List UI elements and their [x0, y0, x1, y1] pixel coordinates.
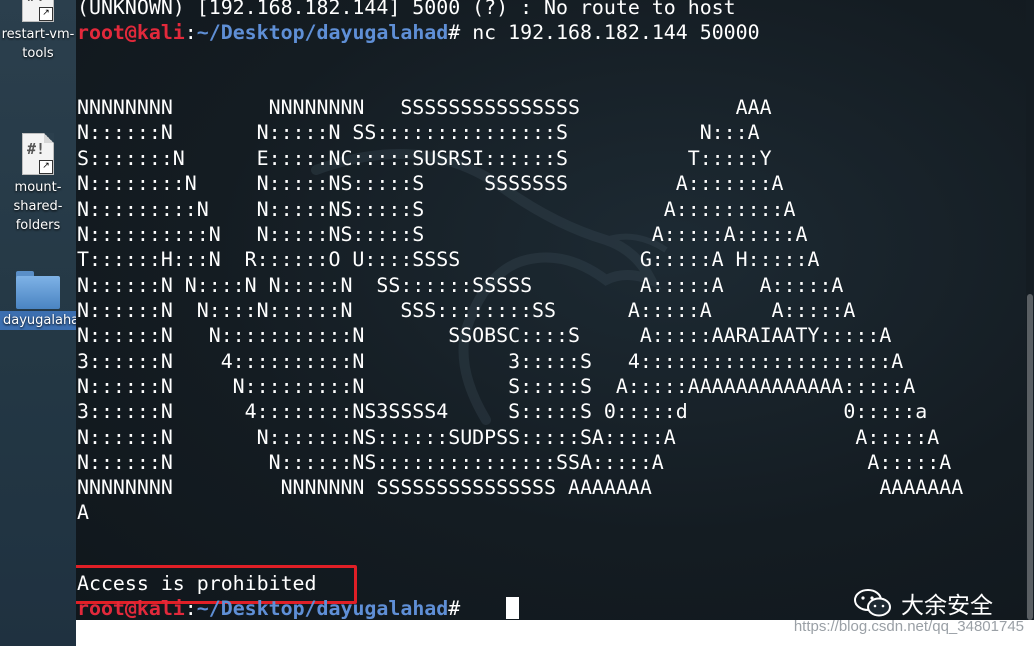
watermark-brand-text: 大余安全 — [901, 593, 993, 619]
script-file-icon: #! ↗ — [22, 0, 54, 22]
prompt-symbol: # — [448, 21, 473, 44]
wechat-watermark: 大余安全 — [853, 586, 993, 620]
ascii-art-line: N::::::N N:::::::::N S:::::S A:::::AAAAA… — [77, 375, 916, 398]
ascii-art-line: S:::::::N E:::::NC:::::SUSRSI::::::S T::… — [77, 147, 772, 170]
output-line: (UNKNOWN) [192.168.182.144] 5000 (?) : N… — [77, 0, 736, 19]
shortcut-arrow-icon: ↗ — [39, 7, 53, 21]
prompt-sep: : — [184, 21, 197, 44]
desktop-icon-dayugalahad[interactable]: dayugalahad — [0, 271, 91, 330]
terminal-window[interactable]: (UNKNOWN) [192.168.182.144] 5000 (?) : N… — [76, 0, 1034, 620]
ascii-art-line: N::::::N N:::::N SS:::::::::::::::S N:::… — [77, 121, 760, 144]
ascii-art-line: N::::::N N:::::::::::N SSOBSC::::S A::::… — [77, 324, 892, 347]
ascii-art-line: N::::::N N:::::::NS::::::SUDPSS:::::SA::… — [77, 426, 940, 449]
desktop-icon-label: mount- shared- folders — [13, 180, 63, 233]
ascii-art-line: N::::::::N N:::::NS:::::S SSSSSSS A:::::… — [77, 172, 784, 195]
prompt-path: ~/Desktop/dayugalahad — [196, 21, 449, 44]
prompt-path: ~/Desktop/dayugalahad — [196, 597, 449, 620]
ascii-art-line: N::::::N N::::N::::::N SSS::::::::SS A::… — [77, 299, 856, 322]
folder-icon — [16, 271, 60, 309]
desktop: #! ↗ restart-vm- tools #! ↗ mount- share… — [0, 0, 91, 646]
terminal-scrollbar[interactable] — [1026, 0, 1034, 620]
ascii-art-line: T::::::H:::N R::::::O U::::SSSS G:::::A … — [77, 248, 820, 271]
watermark-url: https://blog.csdn.net/qq_34801745 — [793, 618, 1024, 635]
ascii-art-line: NNNNNNNN NNNNNNNN SSSSSSSSSSSSSSS AAA — [77, 96, 772, 119]
wechat-icon — [854, 589, 891, 617]
ascii-art-line: N::::::N N::::N N:::::N SS::::::SSSSS A:… — [77, 274, 844, 297]
ascii-art-line: N::::::::::N N:::::NS:::::S A:::::A:::::… — [77, 223, 808, 246]
prompt-sep: : — [184, 597, 197, 620]
ascii-art-line: 3::::::N 4::::::::::N 3:::::S 4:::::::::… — [77, 350, 904, 373]
shortcut-arrow-icon: ↗ — [39, 160, 53, 174]
prompt-user: root@kali — [77, 21, 185, 44]
prompt-symbol: # — [448, 597, 473, 620]
ascii-art-line: N:::::::::N N:::::NS:::::S A:::::::::A — [77, 198, 796, 221]
ascii-art-line: N::::::N N::::::NS:::::::::::::::SSA::::… — [77, 451, 952, 474]
prompt-line-top: root@kali:~/Desktop/dayugalahad# nc 192.… — [77, 20, 760, 45]
desktop-icon-label: restart-vm- tools — [1, 27, 75, 61]
terminal-cursor — [506, 597, 519, 619]
desktop-icon-restart-vm-tools[interactable]: #! ↗ restart-vm- tools — [0, 0, 76, 63]
scrollbar-thumb[interactable] — [1027, 294, 1033, 620]
prompt-command: nc 192.168.182.144 50000 — [472, 21, 760, 44]
prompt-user: root@kali — [77, 597, 185, 620]
desktop-icon-mount-shared-folders[interactable]: #! ↗ mount- shared- folders — [0, 133, 76, 235]
ascii-art-line: NNNNNNNN NNNNNNN SSSSSSSSSSSSSSS AAAAAAA… — [77, 476, 964, 499]
ascii-art-line: 3::::::N 4::::::::NS3SSSS4 S:::::S 0::::… — [77, 400, 928, 423]
script-file-icon: #! ↗ — [22, 133, 54, 175]
prompt-line-bottom: root@kali:~/Desktop/dayugalahad# — [77, 596, 472, 620]
ascii-art-line: A — [77, 501, 89, 524]
